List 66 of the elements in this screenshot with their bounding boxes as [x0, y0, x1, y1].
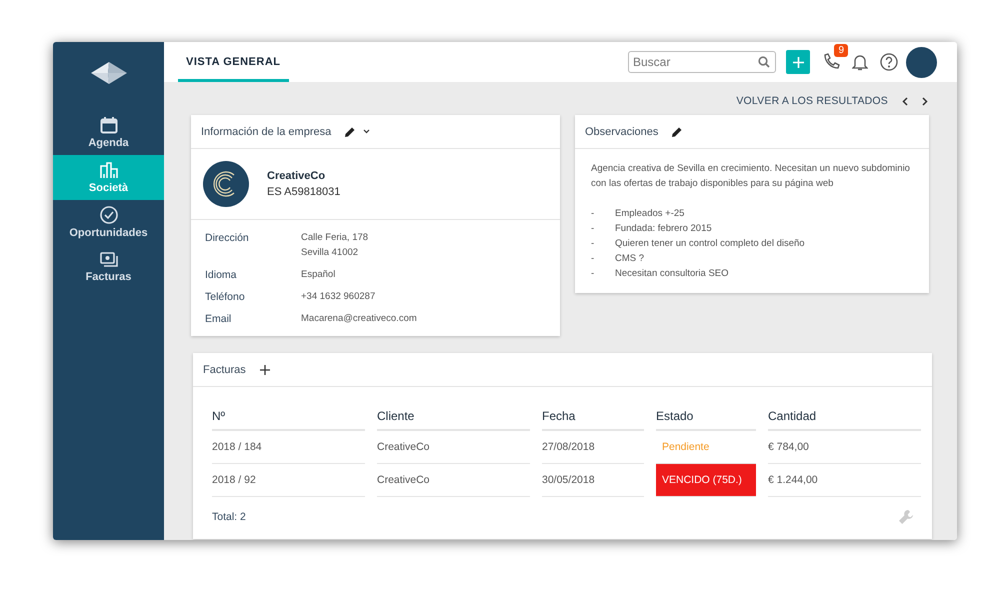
search-field[interactable]: Buscar [628, 51, 776, 73]
column-header: Estado [656, 401, 756, 431]
table-cell: 2018 / 92 [212, 464, 365, 497]
column-header: Fecha [542, 401, 644, 431]
add-button[interactable] [786, 50, 810, 74]
chevron-left-icon[interactable] [902, 96, 908, 106]
card-title: Información de la empresa [201, 126, 332, 138]
bullet-text: Empleados +-25 [615, 207, 684, 221]
bullet-dash: - [591, 222, 596, 236]
bullet-dash: - [591, 207, 596, 221]
check-circle-icon [100, 206, 118, 224]
bullet-dash: - [591, 267, 596, 281]
field-value: Español [301, 269, 336, 280]
table-cell: 2018 / 184 [212, 431, 365, 464]
tax-id: ES A59818031 [267, 186, 340, 198]
back-link[interactable]: VOLVER A LOS RESULTADOS [736, 95, 888, 107]
card-title: Observaciones [585, 126, 658, 138]
user-avatar[interactable] [906, 46, 937, 78]
field-value: Sevilla 41002 [301, 247, 360, 258]
tab[interactable]: VISTA GENERAL [178, 42, 289, 82]
buildings-icon [100, 162, 118, 178]
notification-badge: 9 [834, 44, 848, 57]
plus-icon [792, 56, 804, 68]
table-cell: € 1.244,00 [768, 464, 921, 497]
field-value: Macarena@creativeco.com [301, 313, 418, 324]
pencil-icon[interactable] [345, 126, 356, 136]
banknote-icon [100, 252, 118, 268]
table-cell: 27/08/2018 [542, 431, 644, 464]
table-cell: CreativeCo [377, 464, 530, 497]
company-logo [203, 161, 249, 207]
bullet-text: Fundada: febrero 2015 [615, 222, 712, 236]
nav-item[interactable]: Agenda [53, 110, 164, 155]
table-cell: € 784,00 [768, 431, 921, 464]
status-cell: VENCIDO (75D.) [656, 464, 756, 497]
column-header: Nº [212, 401, 365, 431]
bell-icon[interactable] [852, 53, 868, 71]
field-value: Calle Feria, 178 [301, 232, 370, 243]
field-label: Email [205, 313, 232, 327]
bullet-dash: - [591, 252, 596, 266]
nav-item[interactable]: Oportunidades [53, 200, 164, 245]
bullet-dash: - [591, 237, 596, 251]
pencil-icon[interactable] [672, 126, 682, 136]
nav-item[interactable]: Facturas [53, 245, 164, 290]
bullet-text: Necesitan consultoria SEO [615, 267, 729, 281]
table-cell: CreativeCo [377, 431, 530, 464]
phone-icon[interactable] [822, 53, 840, 71]
column-header: Cliente [377, 401, 530, 431]
table-cell: 30/05/2018 [542, 464, 644, 497]
search-icon [758, 56, 770, 68]
column-header: Cantidad [768, 401, 921, 431]
chevron-down-icon[interactable] [363, 129, 370, 134]
help-icon[interactable] [880, 53, 898, 71]
logo-icon [90, 62, 126, 84]
field-label: Idioma [205, 269, 238, 283]
calendar-icon [100, 116, 118, 134]
company-name: CreativeCo [267, 170, 326, 182]
plus-icon[interactable] [260, 364, 270, 374]
total-count: Total: 2 [212, 511, 246, 523]
field-label: Dirección [205, 232, 250, 246]
chevron-right-icon[interactable] [922, 96, 928, 106]
notes-text: Agencia creativa de Sevilla en crecimiento. Necesitan un nuevo subdominio con las ofertas de trabajo disponibles para su página web [591, 162, 911, 191]
bullet-text: Quieren tener un control completo del diseño [615, 237, 805, 251]
field-value: +34 1632 960287 [301, 291, 376, 302]
card-title: Facturas [203, 364, 246, 376]
bullet-text: CMS ? [615, 252, 644, 266]
field-label: Teléfono [205, 291, 246, 305]
